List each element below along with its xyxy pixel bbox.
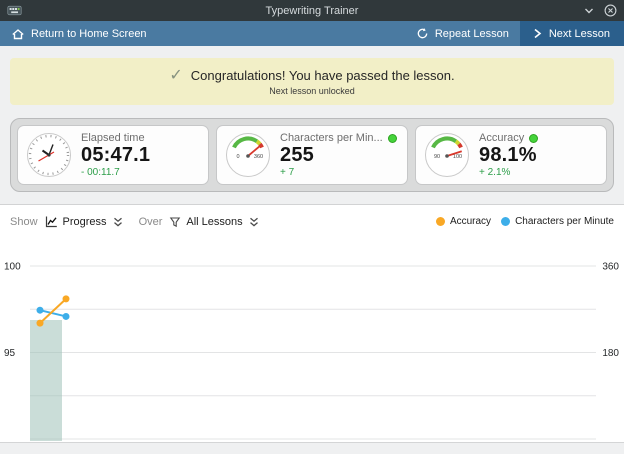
chart-legend: Accuracy Characters per Minute	[432, 216, 614, 227]
over-label: Over	[139, 216, 163, 228]
speed-gauge-icon: 0 360	[224, 131, 272, 179]
elapsed-time-delta: - 00:11.7	[81, 167, 150, 178]
window-title: Typewriting Trainer	[0, 5, 624, 17]
return-home-label: Return to Home Screen	[31, 28, 147, 40]
next-lesson-button[interactable]: Next Lesson	[520, 21, 624, 46]
svg-text:360: 360	[254, 154, 263, 160]
cpm-delta: + 7	[280, 167, 397, 178]
results-panel: ✓ Congratulations! You have passed the l…	[0, 46, 624, 204]
cpm-card: 0 360 Characters per Min... 255 + 7	[216, 125, 408, 185]
svg-text:0: 0	[236, 154, 239, 160]
svg-text:90: 90	[434, 154, 440, 160]
svg-text:100: 100	[4, 262, 21, 273]
filter-funnel-icon	[169, 216, 181, 228]
progress-chart-svg: 100 95 360 180	[0, 238, 624, 441]
show-label: Show	[10, 216, 38, 228]
accuracy-label: Accuracy	[479, 132, 524, 144]
double-chevron-down-icon	[248, 216, 260, 228]
elapsed-time-label: Elapsed time	[81, 132, 145, 144]
repeat-lesson-button[interactable]: Repeat Lesson	[405, 21, 520, 46]
accuracy-value: 98.1%	[479, 144, 538, 166]
clock-icon	[25, 131, 73, 179]
elapsed-time-card: Elapsed time 05:47.1 - 00:11.7	[17, 125, 209, 185]
legend-accuracy: Accuracy	[436, 216, 491, 227]
chevron-right-icon	[532, 28, 543, 39]
home-icon	[11, 27, 25, 41]
legend-cpm: Characters per Minute	[501, 216, 614, 227]
double-chevron-down-icon	[112, 216, 124, 228]
close-button[interactable]	[604, 4, 617, 17]
status-bar	[0, 442, 624, 454]
chevron-down-icon	[583, 5, 595, 17]
line-chart-icon	[45, 215, 58, 228]
accuracy-legend-dot-icon	[436, 217, 445, 226]
next-lesson-label: Next Lesson	[549, 28, 610, 40]
legend-accuracy-label: Accuracy	[450, 216, 491, 227]
show-combo-value: Progress	[63, 216, 107, 228]
titlebar[interactable]: Typewriting Trainer	[0, 0, 624, 21]
cpm-status-dot	[388, 134, 397, 143]
toolbar: Return to Home Screen Repeat Lesson Next…	[0, 21, 624, 46]
svg-text:100: 100	[453, 154, 462, 160]
accuracy-gauge-icon: 90 100	[423, 131, 471, 179]
repeat-lesson-label: Repeat Lesson	[435, 28, 509, 40]
cpm-value: 255	[280, 144, 397, 166]
lessons-combo-value: All Lessons	[186, 216, 242, 228]
toolbar-spacer	[158, 21, 405, 46]
legend-cpm-label: Characters per Minute	[515, 216, 614, 227]
show-combo[interactable]: Progress	[45, 215, 124, 228]
banner-title: Congratulations! You have passed the les…	[191, 68, 455, 83]
stats-container: Elapsed time 05:47.1 - 00:11.7 0 360 Cha…	[10, 118, 614, 192]
minimize-button[interactable]	[583, 5, 595, 17]
app-icon	[7, 3, 22, 18]
accuracy-status-dot	[529, 134, 538, 143]
progress-chart: 100 95 360 180	[0, 238, 624, 442]
accuracy-delta: + 2.1%	[479, 167, 538, 178]
svg-text:95: 95	[4, 348, 16, 359]
check-icon: ✓	[169, 68, 182, 84]
cpm-legend-dot-icon	[501, 217, 510, 226]
return-home-button[interactable]: Return to Home Screen	[0, 21, 158, 46]
lessons-combo[interactable]: All Lessons	[169, 216, 259, 228]
elapsed-time-value: 05:47.1	[81, 144, 150, 166]
accuracy-card: 90 100 Accuracy 98.1% + 2.1%	[415, 125, 607, 185]
pass-banner: ✓ Congratulations! You have passed the l…	[10, 58, 614, 105]
close-icon	[604, 4, 617, 17]
graph-filter-row: Show Progress Over All Lessons Acc	[0, 205, 624, 238]
cpm-label: Characters per Min...	[280, 132, 383, 144]
graph-section: Show Progress Over All Lessons Acc	[0, 205, 624, 442]
refresh-icon	[416, 27, 429, 40]
svg-text:360: 360	[602, 262, 619, 273]
svg-text:180: 180	[602, 348, 619, 359]
banner-subtitle: Next lesson unlocked	[269, 86, 355, 96]
